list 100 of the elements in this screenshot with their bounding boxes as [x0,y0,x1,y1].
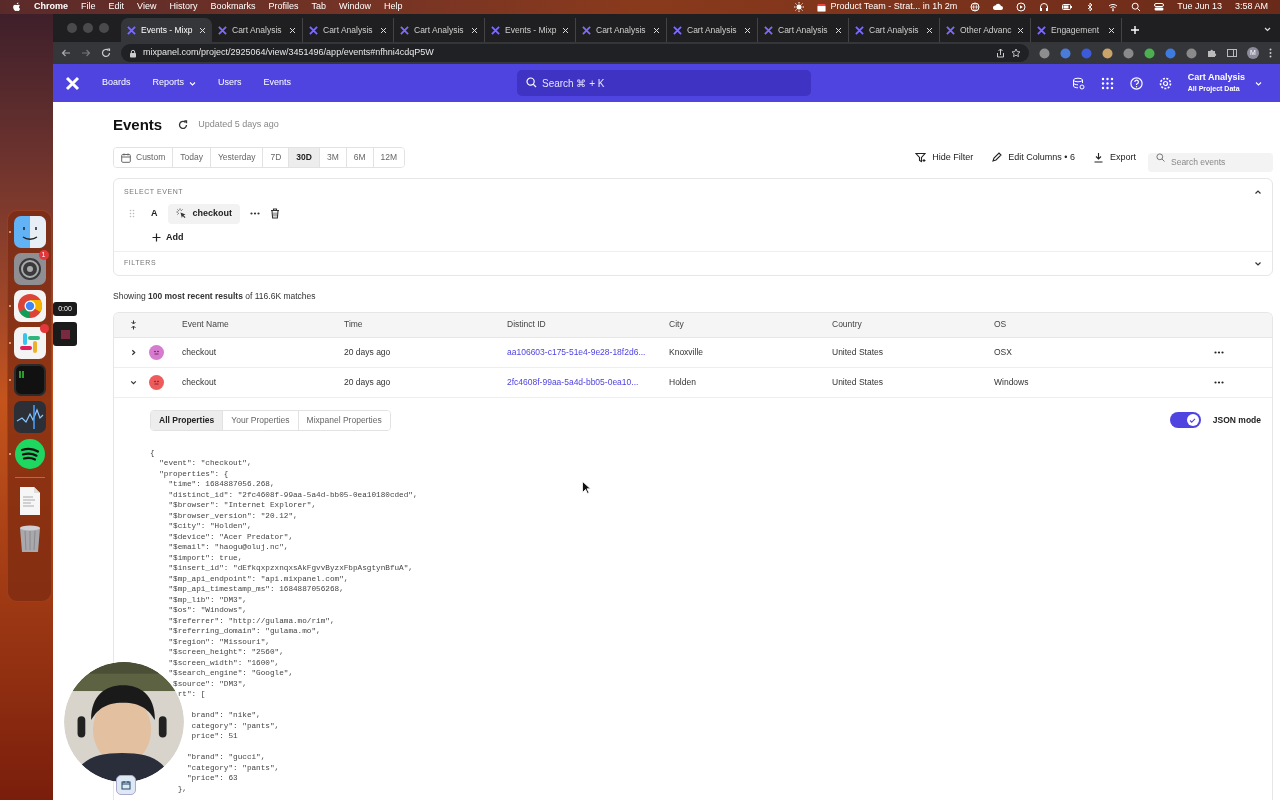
column-header[interactable]: Event Name [182,318,344,332]
gear-icon[interactable] [13,253,46,285]
more-icon[interactable] [1214,350,1224,354]
chevron-down-icon[interactable] [1263,25,1272,34]
mixpanel-logo-icon[interactable] [65,75,80,91]
database-icon[interactable] [1071,76,1085,90]
column-header[interactable]: OS [994,318,1214,332]
close-icon[interactable] [1108,26,1115,34]
trash-icon[interactable] [270,208,280,219]
play-icon[interactable] [1016,2,1027,12]
chevron-down-icon[interactable] [1254,259,1262,268]
app-name[interactable]: Chrome [34,0,68,14]
menu-item[interactable]: Window [338,0,371,14]
headphones-icon[interactable] [1039,2,1050,12]
activity-graph-icon[interactable] [13,401,46,433]
json-mode-toggle[interactable] [1169,412,1201,429]
extension-icon[interactable] [1102,47,1113,59]
properties-tab[interactable]: All Properties [151,410,224,430]
chevron-right-icon[interactable] [130,348,137,356]
filter-button[interactable]: Hide Filter [915,150,974,165]
extension-icon[interactable] [1144,47,1155,59]
smiley-face-icon[interactable] [13,216,46,248]
extension-icon[interactable] [1060,47,1071,59]
close-icon[interactable] [653,26,660,34]
menu-item[interactable]: Bookmarks [210,0,256,14]
event-letter: A [151,206,158,220]
nav-link[interactable]: Events [263,76,292,90]
calendar-event[interactable]: Product Team - Strat... in 1h 2m [830,0,958,14]
columns-button[interactable]: Edit Columns • 6 [991,150,1075,165]
column-header[interactable]: Time [344,318,507,332]
column-header[interactable]: Country [832,318,994,332]
date-range-tab[interactable]: 30D [289,148,320,167]
share-icon[interactable] [996,48,1005,58]
close-icon[interactable] [1017,26,1024,34]
close-icon[interactable] [926,26,933,34]
sun-icon[interactable] [794,2,805,12]
close-icon[interactable] [199,26,206,34]
table-cell-text: Holden [669,375,697,389]
column-header[interactable]: Distinct ID [507,318,669,332]
sidebar-icon[interactable] [1227,48,1237,58]
puzzle-icon[interactable] [1207,48,1217,58]
close-icon[interactable] [289,26,296,34]
drag-handle-icon[interactable] [129,209,135,218]
close-icon[interactable] [835,26,842,34]
extension-icon[interactable] [1123,47,1134,59]
apps-grid-icon[interactable] [1100,76,1114,90]
chat-app-icon[interactable] [13,327,46,359]
menu-item[interactable]: View [137,0,157,14]
distinct-id-link[interactable]: aa106603-c175-51e4-9e28-18f2d6... [507,345,669,359]
menu-item[interactable]: Tab [311,0,326,14]
battery-icon[interactable] [1062,2,1073,12]
settings-icon[interactable] [1158,76,1172,90]
collapse-all-icon[interactable] [130,319,137,330]
search-icon[interactable] [1131,2,1142,12]
menu-item[interactable]: File [81,0,96,14]
nav-link[interactable]: Users [218,76,242,90]
browser-icon[interactable] [13,290,46,322]
more-icon[interactable] [250,212,260,215]
menu-item[interactable]: History [169,0,198,14]
search-field[interactable]: Search ⌘ + K [517,70,811,96]
star-icon[interactable] [1011,48,1021,58]
wifi-icon[interactable] [1108,2,1119,12]
extension-icon[interactable] [1186,47,1197,59]
more-icon[interactable] [1214,380,1224,384]
event-chip[interactable]: checkout [167,203,240,224]
camera-options-button[interactable] [116,775,136,795]
export-button[interactable]: Export [1093,150,1136,165]
nav-link[interactable]: Boards [102,76,131,90]
menu-item[interactable]: Edit [108,0,125,14]
close-icon[interactable] [471,26,478,34]
filter-icon [915,152,927,163]
nav-link[interactable]: Reports [152,76,197,90]
reload-icon[interactable] [101,48,111,58]
menu-item[interactable]: Help [384,0,403,14]
plus-icon[interactable] [1130,25,1140,35]
globe-icon[interactable] [970,2,981,12]
music-icon[interactable] [13,438,46,470]
distinct-id-link[interactable]: 2fc4608f-99aa-5a4d-bb05-0ea10... [507,375,669,389]
extension-icon[interactable] [1165,47,1176,59]
browser-tab[interactable]: Events - Mixp [121,18,212,42]
menu-item[interactable]: Profiles [268,0,299,14]
more-icon[interactable] [1269,48,1272,58]
address-bar[interactable]: mixpanel.com/project/2925064/view/3451496/app/events#nfhni4cdqP5W [121,44,1029,62]
close-icon[interactable] [744,26,751,34]
back-icon[interactable] [61,48,71,58]
column-header[interactable]: City [669,318,832,332]
chevron-down-icon[interactable] [130,378,137,386]
cloud-icon[interactable] [993,2,1004,12]
search-field[interactable]: Search events [1148,152,1273,172]
control-center-icon[interactable] [1154,2,1165,12]
add-button[interactable]: Add [152,230,184,244]
refresh-icon[interactable] [178,120,189,130]
date-range-tab[interactable]: Custom [114,148,174,167]
help-icon[interactable] [1129,76,1143,90]
terminal-icon[interactable] [13,364,46,396]
mixpanel-logo-icon [764,25,773,35]
stop-recording-button[interactable] [53,322,77,346]
extension-icon[interactable] [1039,47,1050,59]
close-icon[interactable] [562,26,569,34]
close-icon[interactable] [380,26,387,34]
